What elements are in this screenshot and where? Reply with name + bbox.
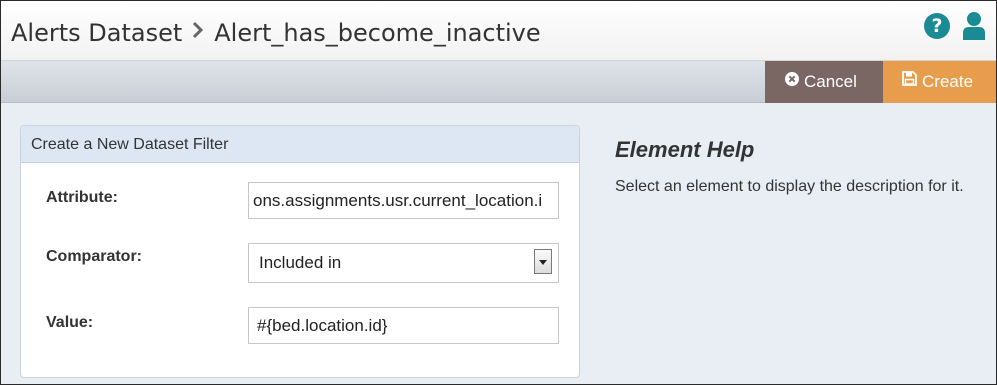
element-help-text: Select an element to display the descrip… bbox=[615, 178, 964, 195]
comparator-selected-value: Included in bbox=[259, 253, 342, 272]
panel-title: Create a New Dataset Filter bbox=[21, 126, 579, 163]
times-circle-icon bbox=[785, 60, 799, 102]
value-field-text: #{bed.location.id} bbox=[257, 316, 388, 335]
action-toolbar: Cancel Create bbox=[1, 61, 996, 103]
question-circle-icon[interactable]: ? bbox=[924, 13, 950, 39]
value-field[interactable]: #{bed.location.id} bbox=[248, 307, 559, 344]
breadcrumb-current: Alert_has_become_inactive bbox=[214, 19, 541, 47]
floppy-disk-icon bbox=[902, 60, 917, 102]
chevron-right-icon bbox=[192, 13, 204, 49]
create-label: Create bbox=[922, 72, 974, 91]
breadcrumb-parent-link[interactable]: Alerts Dataset bbox=[11, 19, 182, 47]
breadcrumb: Alerts Dataset Alert_has_become_inactive bbox=[11, 15, 541, 51]
attribute-value: ons.assignments.usr.current_location.i bbox=[253, 191, 543, 210]
comparator-select[interactable]: Included in bbox=[248, 243, 559, 283]
comparator-label: Comparator: bbox=[46, 248, 143, 265]
app-window: Alerts Dataset Alert_has_become_inactive … bbox=[0, 0, 997, 385]
cancel-button[interactable]: Cancel bbox=[765, 61, 883, 103]
element-help-title: Element Help bbox=[615, 137, 755, 162]
value-label: Value: bbox=[46, 314, 94, 331]
create-button[interactable]: Create bbox=[883, 61, 996, 103]
dataset-filter-panel: Create a New Dataset Filter Attribute: o… bbox=[20, 125, 580, 378]
attribute-label: Attribute: bbox=[46, 189, 118, 206]
dropdown-arrow-icon[interactable] bbox=[534, 249, 552, 274]
page-header: Alerts Dataset Alert_has_become_inactive … bbox=[1, 1, 996, 61]
cancel-label: Cancel bbox=[804, 72, 857, 91]
attribute-field[interactable]: ons.assignments.usr.current_location.i bbox=[248, 182, 559, 219]
user-icon[interactable] bbox=[962, 11, 986, 41]
